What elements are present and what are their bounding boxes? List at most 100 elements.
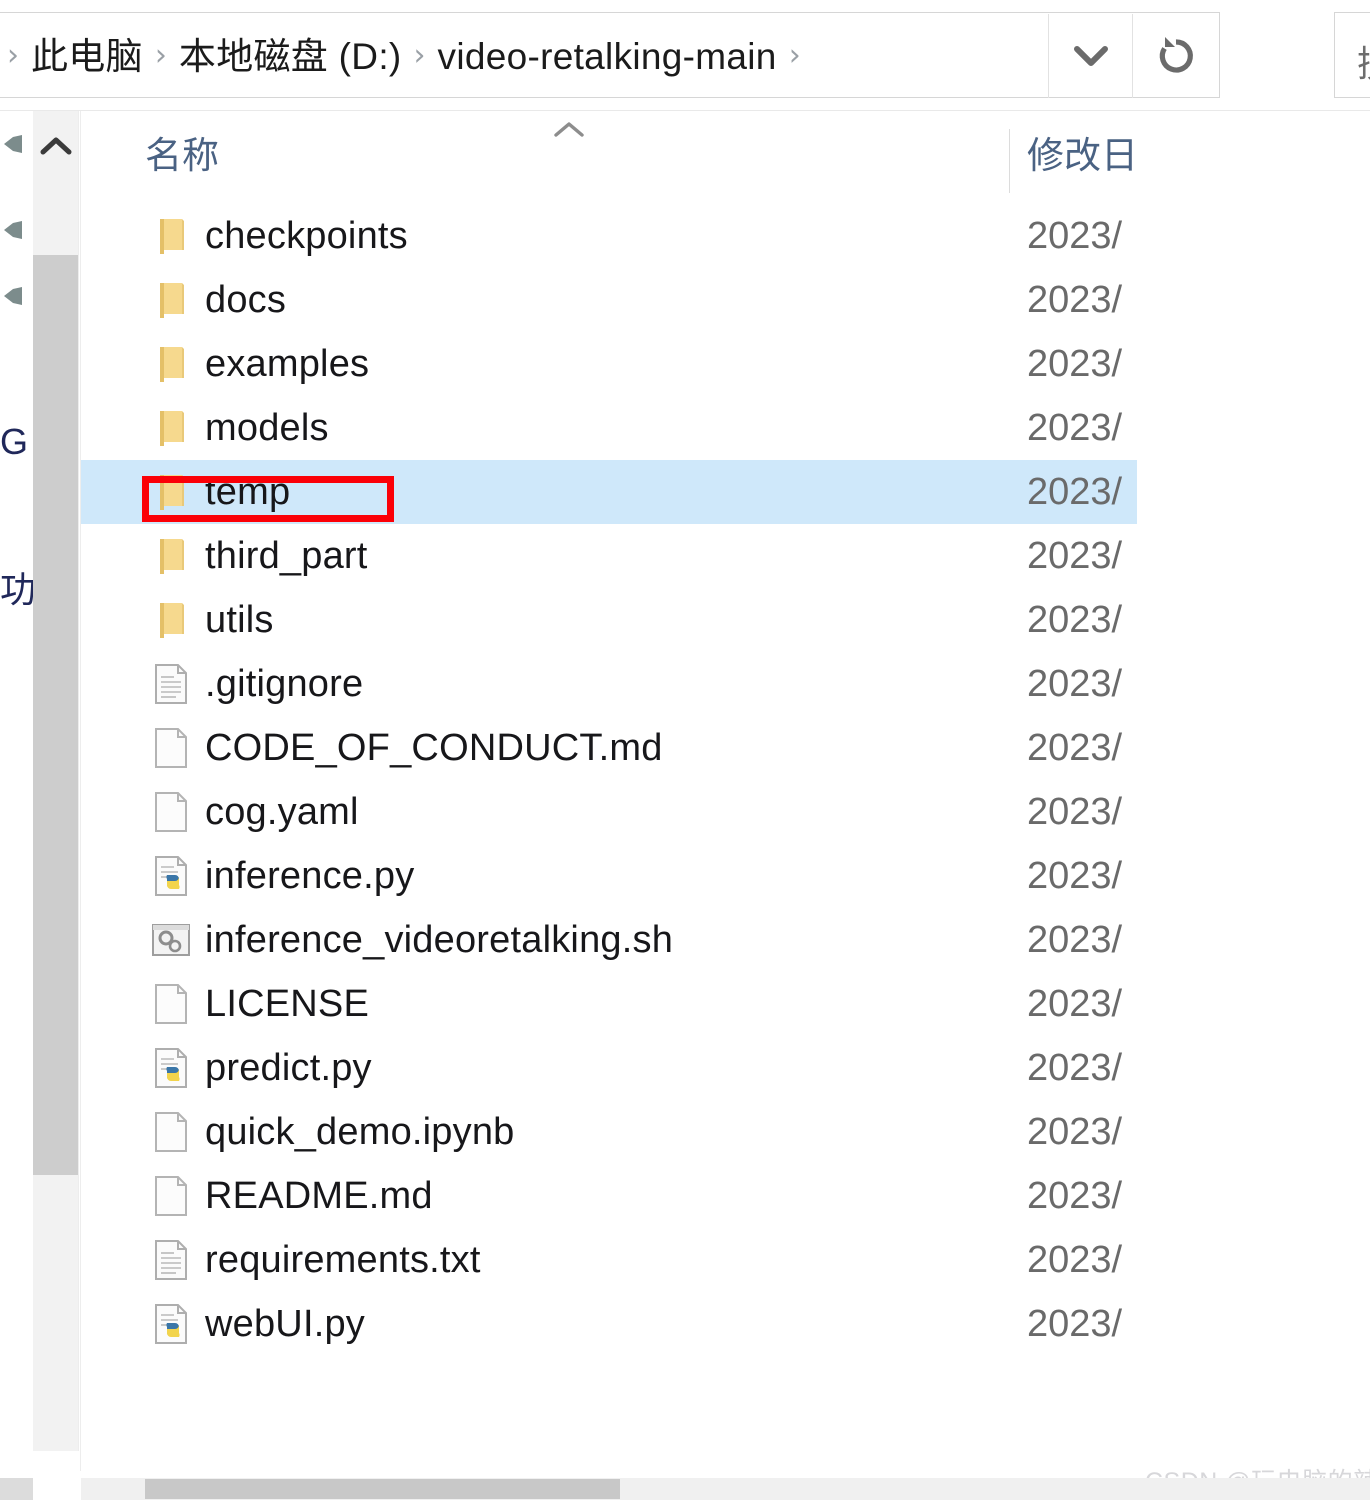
file-name[interactable]: CODE_OF_CONDUCT.md: [205, 729, 663, 767]
file-list-row[interactable]: utils 2023/: [81, 588, 1137, 652]
file-icon: [149, 342, 193, 386]
python-file-icon: [155, 856, 187, 896]
file-list-row[interactable]: inference.py 2023/: [81, 844, 1137, 908]
file-date-modified: 2023/: [1027, 1303, 1123, 1345]
shell-script-icon: [152, 924, 190, 956]
file-date-modified: 2023/: [1027, 471, 1123, 513]
file-date-modified: 2023/: [1027, 983, 1123, 1025]
file-icon: [149, 1110, 193, 1154]
file-date-modified: 2023/: [1027, 855, 1123, 897]
file-name[interactable]: checkpoints: [205, 217, 408, 255]
breadcrumb-item-local-disk-d[interactable]: 本地磁盘 (D:): [179, 38, 402, 75]
file-name[interactable]: docs: [205, 281, 286, 319]
file-list-row[interactable]: docs 2023/: [81, 268, 1137, 332]
file-list-row[interactable]: inference_videoretalking.sh 2023/: [81, 908, 1137, 972]
file-name[interactable]: quick_demo.ipynb: [205, 1113, 515, 1151]
refresh-button[interactable]: [1132, 14, 1218, 98]
file-name[interactable]: predict.py: [205, 1049, 372, 1087]
file-icon: [149, 790, 193, 834]
file-list-row[interactable]: webUI.py 2023/: [81, 1292, 1137, 1356]
file-name[interactable]: cog.yaml: [205, 793, 359, 831]
file-name[interactable]: models: [205, 409, 329, 447]
file-name[interactable]: temp: [205, 473, 290, 511]
python-file-icon: [155, 1304, 187, 1344]
file-name[interactable]: examples: [205, 345, 369, 383]
file-list-row[interactable]: third_part 2023/: [81, 524, 1137, 588]
horizontal-scrollbar-thumb[interactable]: [145, 1479, 620, 1499]
file-icon: [149, 1174, 193, 1218]
file-list-row[interactable]: CODE_OF_CONDUCT.md 2023/: [81, 716, 1137, 780]
file-list-pane: 名称 修改日 checkpoints 2023/docs 2023/examples…: [80, 111, 1370, 1471]
file-icon: [149, 1238, 193, 1282]
file-date-modified: 2023/: [1027, 663, 1123, 705]
file-list-row[interactable]: .gitignore 2023/: [81, 652, 1137, 716]
navigation-pane-cropped: G 功: [0, 111, 36, 1500]
file-list-row[interactable]: temp 2023/: [81, 460, 1137, 524]
file-icon: [149, 982, 193, 1026]
file-icon: [149, 726, 193, 770]
breadcrumb-item-this-pc[interactable]: 此电脑: [31, 38, 143, 75]
file-icon: [149, 1302, 193, 1346]
file-list-row[interactable]: quick_demo.ipynb 2023/: [81, 1100, 1137, 1164]
file-list-row[interactable]: predict.py 2023/: [81, 1036, 1137, 1100]
address-bar[interactable]: › 此电脑 › 本地磁盘 (D:) › video-retalking-main…: [0, 12, 1220, 98]
python-file-icon: [155, 1048, 187, 1088]
nav-text-fragment-g[interactable]: G: [0, 421, 28, 463]
file-list-row[interactable]: LICENSE 2023/: [81, 972, 1137, 1036]
breadcrumb-separator-3[interactable]: ›: [777, 41, 813, 71]
pin-icon[interactable]: [0, 131, 26, 157]
file-name[interactable]: utils: [205, 601, 274, 639]
file-date-modified: 2023/: [1027, 599, 1123, 641]
column-header-name[interactable]: 名称: [145, 137, 219, 174]
file-list-row[interactable]: cog.yaml 2023/: [81, 780, 1137, 844]
file-name[interactable]: inference_videoretalking.sh: [205, 921, 673, 959]
column-header-date-modified[interactable]: 修改日: [1027, 137, 1138, 174]
address-history-dropdown-button[interactable]: [1048, 14, 1132, 98]
breadcrumb-separator-2[interactable]: ›: [402, 41, 438, 71]
file-date-modified: 2023/: [1027, 919, 1123, 961]
search-input[interactable]: 搜: [1334, 12, 1370, 98]
breadcrumb: › 此电脑 › 本地磁盘 (D:) › video-retalking-main…: [0, 13, 813, 99]
folder-icon: [160, 219, 184, 254]
file-icon: [149, 1046, 193, 1090]
nav-text-fragment-cn[interactable]: 功: [0, 561, 36, 613]
file-date-modified: 2023/: [1027, 407, 1123, 449]
file-name[interactable]: webUI.py: [205, 1305, 365, 1343]
column-divider[interactable]: [1009, 129, 1010, 193]
file-date-modified: 2023/: [1027, 727, 1123, 769]
nav-pane-scroll-up-button[interactable]: [33, 118, 78, 173]
file-icon: [149, 470, 193, 514]
file-date-modified: 2023/: [1027, 791, 1123, 833]
refresh-icon: [1159, 37, 1193, 73]
file-list-row[interactable]: requirements.txt 2023/: [81, 1228, 1137, 1292]
file-name[interactable]: inference.py: [205, 857, 414, 895]
file-icon: [149, 214, 193, 258]
text-file-icon: [155, 1240, 187, 1280]
blank-file-icon: [155, 1112, 187, 1152]
search-placeholder: 搜: [1357, 35, 1370, 87]
file-name[interactable]: requirements.txt: [205, 1241, 481, 1279]
breadcrumb-separator-0[interactable]: ›: [0, 41, 31, 71]
nav-pane-scrollbar-thumb[interactable]: [33, 255, 78, 1175]
file-icon: [149, 662, 193, 706]
breadcrumb-separator-1[interactable]: ›: [143, 41, 179, 71]
pin-icon[interactable]: [0, 217, 26, 243]
file-icon: [149, 534, 193, 578]
breadcrumb-item-video-retalking-main[interactable]: video-retalking-main: [438, 38, 777, 75]
file-name[interactable]: .gitignore: [205, 665, 363, 703]
pin-icon[interactable]: [0, 283, 26, 309]
file-name[interactable]: LICENSE: [205, 985, 369, 1023]
file-icon: [149, 918, 193, 962]
chevron-up-icon: [40, 137, 71, 154]
address-toolbar: › 此电脑 › 本地磁盘 (D:) › video-retalking-main…: [0, 0, 1370, 111]
file-list-row[interactable]: models 2023/: [81, 396, 1137, 460]
folder-icon: [160, 411, 184, 446]
file-list-row[interactable]: examples 2023/: [81, 332, 1137, 396]
file-list-row[interactable]: checkpoints 2023/: [81, 204, 1137, 268]
text-file-icon: [155, 664, 187, 704]
file-date-modified: 2023/: [1027, 535, 1123, 577]
file-icon: [149, 278, 193, 322]
file-list-row[interactable]: README.md 2023/: [81, 1164, 1137, 1228]
file-name[interactable]: README.md: [205, 1177, 433, 1215]
file-name[interactable]: third_part: [205, 537, 368, 575]
